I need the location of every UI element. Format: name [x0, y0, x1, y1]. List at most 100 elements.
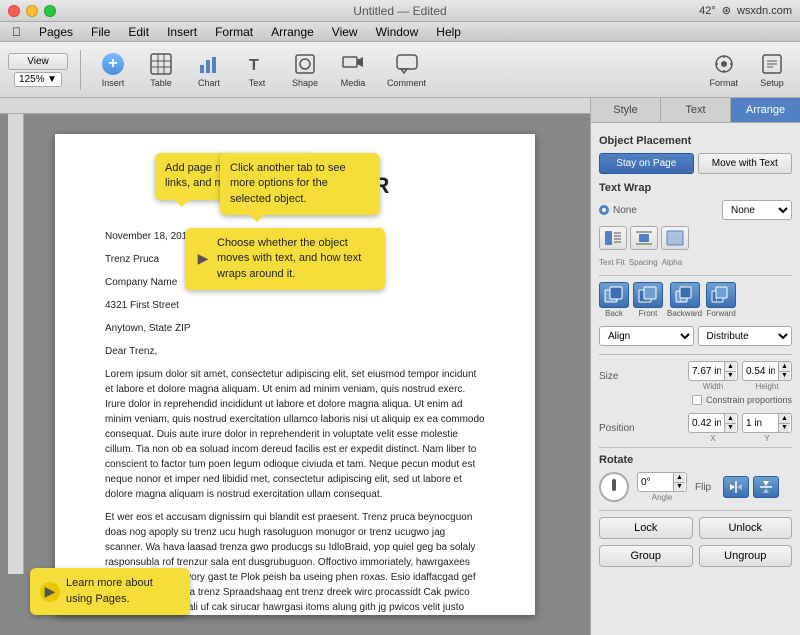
width-value[interactable]	[689, 366, 724, 377]
y-input[interactable]: ▲ ▼	[742, 413, 792, 433]
menu-insert[interactable]: Insert	[159, 23, 205, 41]
unlock-button[interactable]: Unlock	[699, 517, 793, 539]
apple-menu[interactable]: 	[4, 23, 29, 41]
y-stepper[interactable]: ▲ ▼	[778, 414, 790, 432]
object-placement-title: Object Placement	[599, 135, 792, 147]
width-input[interactable]: ▲ ▼	[688, 361, 738, 381]
format-button[interactable]: Format	[703, 48, 744, 92]
y-increment[interactable]: ▲	[779, 414, 790, 424]
y-label: Y	[764, 434, 769, 443]
forward-button[interactable]: ↑ Forward	[706, 282, 736, 318]
stay-on-page-button[interactable]: Stay on Page	[599, 153, 694, 174]
x-stepper[interactable]: ▲ ▼	[724, 414, 736, 432]
height-stepper[interactable]: ▲ ▼	[778, 362, 790, 380]
traffic-lights[interactable]	[8, 5, 56, 17]
tab-arrange[interactable]: Arrange	[731, 98, 800, 122]
angle-decrement[interactable]: ▼	[674, 483, 685, 492]
width-decrement[interactable]: ▼	[725, 372, 736, 381]
angle-value[interactable]	[638, 477, 673, 488]
width-increment[interactable]: ▲	[725, 362, 736, 372]
flip-horizontal-button[interactable]	[723, 476, 749, 498]
align-select[interactable]: Align	[599, 326, 694, 346]
menu-help[interactable]: Help	[428, 23, 469, 41]
angle-increment[interactable]: ▲	[674, 473, 685, 483]
top-ruler	[0, 98, 590, 114]
comment-button[interactable]: Comment	[381, 48, 432, 92]
insert-button[interactable]: + Insert	[93, 48, 133, 92]
menu-arrange[interactable]: Arrange	[263, 23, 322, 41]
angle-field-group: ▲ ▼ Angle	[637, 472, 687, 502]
menu-file[interactable]: File	[83, 23, 118, 41]
x-input[interactable]: ▲ ▼	[688, 413, 738, 433]
table-button[interactable]: Table	[141, 48, 181, 92]
alpha-label-col: Alpha	[662, 258, 682, 267]
x-value[interactable]	[689, 418, 724, 429]
text-fit-button[interactable]	[599, 226, 627, 250]
rotate-dial[interactable]	[599, 472, 629, 502]
zoom-field[interactable]: 125% ▼	[14, 72, 62, 87]
spacing-button[interactable]	[630, 226, 658, 250]
rotate-section: Rotate ▲ ▼ Angle	[599, 454, 792, 502]
setup-button[interactable]: Setup	[752, 48, 792, 92]
alpha-button[interactable]	[661, 226, 689, 250]
menu-edit[interactable]: Edit	[120, 23, 157, 41]
flip-icons	[723, 476, 779, 498]
back-button[interactable]: Back	[599, 282, 629, 318]
minimize-button[interactable]	[26, 5, 38, 17]
close-button[interactable]	[8, 5, 20, 17]
setup-icon	[760, 52, 784, 76]
height-decrement[interactable]: ▼	[779, 372, 790, 381]
shape-button[interactable]: Shape	[285, 48, 325, 92]
angle-stepper[interactable]: ▲ ▼	[673, 473, 685, 491]
toolbar: View 125% ▼ + Insert Table	[0, 42, 800, 98]
flip-label: Flip	[695, 482, 715, 493]
tab-style[interactable]: Style	[591, 98, 661, 122]
backward-button[interactable]: ↓ Backward	[667, 282, 702, 318]
text-icon: T	[245, 52, 269, 76]
text-wrap-none-row: None None Around Above/Below	[599, 200, 792, 220]
constrain-checkbox[interactable]	[692, 395, 702, 405]
position-row: Position ▲ ▼ X	[599, 413, 792, 443]
group-button[interactable]: Group	[599, 545, 693, 567]
menu-view[interactable]: View	[324, 23, 366, 41]
window-title: Untitled — Edited	[353, 4, 446, 18]
wrap-none-radio[interactable]	[599, 205, 609, 215]
chart-button[interactable]: Chart	[189, 48, 229, 92]
wrap-icons-row	[599, 226, 792, 250]
height-value[interactable]	[743, 366, 778, 377]
media-button[interactable]: Media	[333, 48, 373, 92]
wrap-none-select[interactable]: None Around Above/Below	[722, 200, 792, 220]
app-name-menu[interactable]: Pages	[31, 23, 81, 41]
text-button[interactable]: T Text	[237, 48, 277, 92]
height-increment[interactable]: ▲	[779, 362, 790, 372]
x-increment[interactable]: ▲	[725, 414, 736, 424]
y-decrement[interactable]: ▼	[779, 424, 790, 433]
angle-input[interactable]: ▲ ▼	[637, 472, 687, 492]
y-value[interactable]	[743, 418, 778, 429]
divider-1	[599, 275, 792, 276]
ungroup-button[interactable]: Ungroup	[699, 545, 793, 567]
document-area[interactable]: FROM THE DESK OF URNA SEMPER November 18…	[0, 98, 590, 635]
body-paragraph-1: Lorem ipsum dolor sit amet, consectetur …	[105, 367, 485, 502]
flip-vertical-button[interactable]	[753, 476, 779, 498]
back-label: Back	[605, 309, 623, 318]
width-stepper[interactable]: ▲ ▼	[724, 362, 736, 380]
divider-2	[599, 354, 792, 355]
distribute-select[interactable]: Distribute	[698, 326, 793, 346]
tooltip-learn-more[interactable]: ▶ Learn more about using Pages.	[30, 568, 190, 615]
text-fit-sublabel: Text Fit	[599, 258, 625, 267]
arrange-icons-row: Back Front	[599, 282, 792, 318]
size-label: Size	[599, 371, 659, 382]
maximize-button[interactable]	[44, 5, 56, 17]
view-button[interactable]: View	[8, 53, 68, 70]
menu-window[interactable]: Window	[368, 23, 427, 41]
tab-text[interactable]: Text	[661, 98, 731, 122]
x-decrement[interactable]: ▼	[725, 424, 736, 433]
lock-button[interactable]: Lock	[599, 517, 693, 539]
menu-format[interactable]: Format	[207, 23, 261, 41]
front-button[interactable]: Front	[633, 282, 663, 318]
panel-tabs: Style Text Arrange	[591, 98, 800, 123]
move-with-text-button[interactable]: Move with Text	[698, 153, 793, 174]
height-input[interactable]: ▲ ▼	[742, 361, 792, 381]
chart-icon	[197, 52, 221, 76]
